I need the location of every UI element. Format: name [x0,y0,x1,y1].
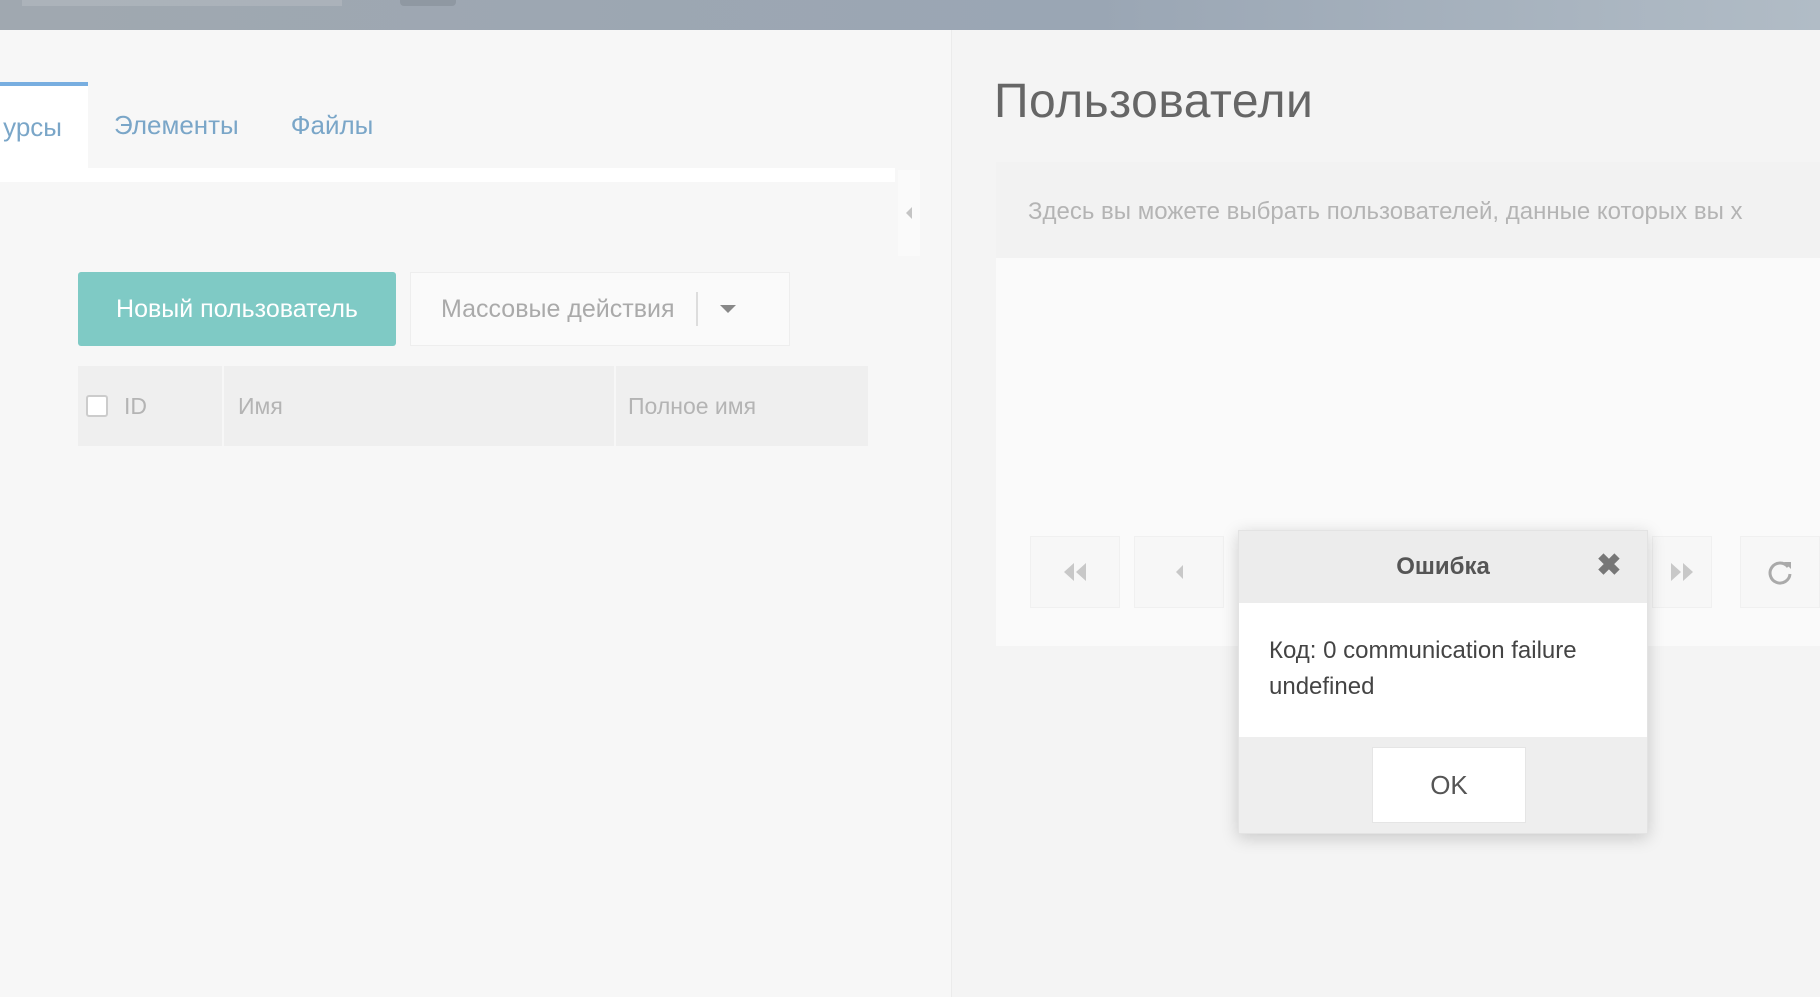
close-icon[interactable]: ✖ [1595,551,1623,581]
dialog-message-line1: Код: 0 communication failure [1269,637,1577,664]
dialog-title: Ошибка [1396,553,1490,580]
dialog-body: Код: 0 communication failure undefined [1239,603,1647,737]
error-dialog: Ошибка ✖ Код: 0 communication failure un… [1238,530,1648,834]
dialog-message-line2: undefined [1269,673,1375,700]
ok-button[interactable]: OK [1372,747,1526,823]
ok-button-label: OK [1430,769,1468,800]
dialog-header: Ошибка ✖ [1239,531,1647,603]
dialog-footer: OK [1239,737,1647,833]
modal-overlay [0,0,1820,997]
